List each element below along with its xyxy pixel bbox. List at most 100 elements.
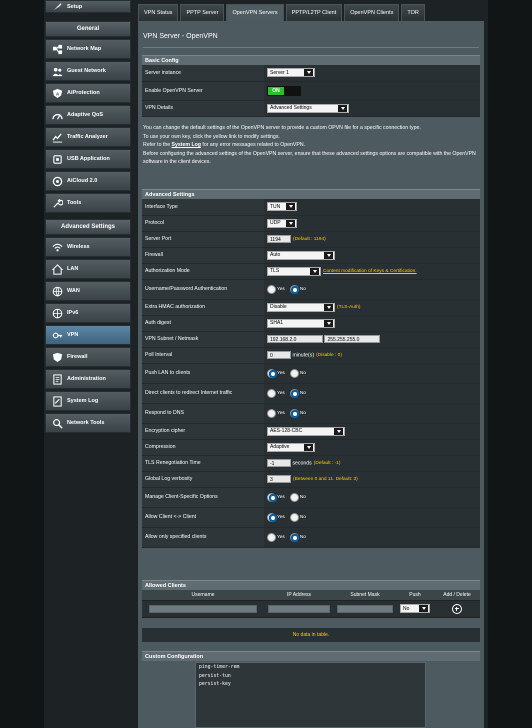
col-username: Username [142, 590, 264, 601]
server-port-input[interactable]: 1194 [267, 235, 291, 243]
sidebar-item-aiprotection[interactable]: A AiProtection [45, 83, 131, 103]
keys-certification-link[interactable]: Content modification of Keys & Certifica… [323, 269, 417, 274]
c2c-no-radio[interactable] [289, 512, 299, 522]
poll-interval-label: Poll Interval [142, 347, 264, 364]
username-input[interactable] [149, 604, 257, 613]
specified-no-radio[interactable] [289, 532, 299, 542]
firewall-label: Firewall [142, 247, 264, 264]
sidebar-header-general: General [45, 21, 131, 37]
system-log-icon [52, 395, 63, 407]
subnet-mask-input[interactable] [337, 604, 393, 613]
tls-reneg-input[interactable]: -1 [267, 459, 291, 467]
sidebar-item-usb-application[interactable]: USB Application [45, 149, 131, 169]
table-row: Server instance Server 1 [142, 65, 480, 82]
sidebar-item-setup[interactable]: Setup [45, 0, 131, 13]
dns-yes-radio[interactable] [267, 408, 276, 418]
sidebar-item-firewall[interactable]: Firewall [45, 347, 131, 367]
sidebar-item-adaptive-qos[interactable]: Adaptive QoS [45, 105, 131, 125]
table-row: Encryption cipher AES-128-CBC [142, 423, 480, 440]
hmac-select[interactable]: Disable [267, 302, 335, 312]
vpn-details-select[interactable]: Advanced Settings [267, 103, 349, 113]
table-row: Protocol UDP [142, 215, 480, 232]
userpass-yes-radio[interactable] [267, 284, 276, 294]
table-row: VPN Details Advanced Settings [142, 100, 480, 117]
server-instance-label: Server instance [142, 65, 264, 82]
log-verbosity-input[interactable]: 3 [267, 475, 291, 483]
dns-no-radio[interactable] [289, 408, 299, 418]
table-row: VPN Subnet / Netmask 192.168.2.0 255.255… [142, 331, 480, 348]
c2c-yes-radio[interactable] [267, 512, 276, 522]
sidebar-item-network-tools[interactable]: Network Tools [45, 413, 131, 433]
tab-pptp-server[interactable]: PPTP Server [180, 4, 225, 21]
auth-digest-select[interactable]: SHA1 [267, 318, 335, 328]
tab-pptp-l2tp-client[interactable]: PPTP/L2TP Client [285, 4, 343, 21]
push-lan-no-radio[interactable] [289, 368, 299, 378]
firewall-select[interactable]: Auto [267, 250, 335, 260]
compression-select[interactable]: Adaptive [267, 442, 315, 452]
table-row: Enable OpenVPN Server ON [142, 81, 480, 101]
table-row: Poll Interval 0 minute(s) (Disable : 0) [142, 347, 480, 364]
tab-openvpn-servers[interactable]: OpenVPN Servers [226, 4, 284, 21]
chevron-down-icon [304, 443, 313, 451]
cipher-select[interactable]: AES-128-CBC [267, 426, 345, 436]
client-specific-no-radio[interactable] [289, 492, 299, 502]
enable-openvpn-toggle[interactable]: ON [267, 85, 301, 96]
push-select[interactable]: No [400, 604, 430, 613]
tools-icon [52, 198, 63, 209]
sidebar-item-system-log[interactable]: System Log [45, 391, 131, 411]
table-row: Direct clients to redirect Internet traf… [142, 383, 480, 404]
vpn-netmask-input[interactable]: 255.255.255.0 [324, 335, 381, 343]
network-tools-icon [52, 418, 63, 429]
sidebar-item-network-map[interactable]: Network Map [45, 39, 131, 59]
vpn-subnet-label: VPN Subnet / Netmask [142, 331, 264, 348]
server-instance-select[interactable]: Server 1 [267, 68, 315, 78]
client-specific-label: Manage Client-Specific Options [142, 487, 264, 508]
system-log-link[interactable]: System Log [172, 142, 201, 148]
sidebar-item-ipv6[interactable]: IPv6 [45, 303, 131, 323]
network-map-icon [52, 44, 63, 55]
traffic-icon [52, 132, 63, 143]
specified-yes-radio[interactable] [267, 532, 276, 542]
sidebar-item-traffic-analyzer[interactable]: Traffic Analyzer [45, 127, 131, 147]
sidebar-item-administration[interactable]: Administration [45, 369, 131, 389]
redirect-no-radio[interactable] [289, 388, 299, 398]
sidebar-item-vpn[interactable]: VPN [45, 325, 131, 345]
sidebar-item-label: System Log [67, 398, 99, 404]
sidebar-item-label: Adaptive QoS [67, 112, 104, 118]
redirect-traffic-label: Direct clients to redirect Internet traf… [142, 383, 264, 404]
push-lan-yes-radio[interactable] [267, 368, 276, 378]
sidebar-item-aicloud-2-0[interactable]: AiCloud 2.0 [45, 171, 131, 191]
authorization-mode-select[interactable]: TLS [267, 266, 321, 276]
table-row: Extra HMAC authorization Disable (TLS-Aut… [142, 299, 480, 316]
table-row: Auth digest SHA1 [142, 315, 480, 332]
sidebar-item-guest-network[interactable]: Guest Network [45, 61, 131, 81]
poll-interval-input[interactable]: 0 [267, 351, 291, 359]
add-client-icon[interactable] [452, 603, 462, 614]
tls-reneg-label: TLS Renegotiation Time [142, 455, 264, 472]
sidebar-item-tools[interactable]: Tools [45, 193, 131, 213]
redirect-yes-radio[interactable] [267, 388, 276, 398]
tab-openvpn-clients[interactable]: OpenVPN Clients [344, 4, 400, 21]
basic-config-header: Basic Config [142, 55, 480, 65]
custom-config-textarea[interactable]: ping-timer-rem persist-tun persist-key [195, 662, 426, 728]
protocol-select[interactable]: UDP [267, 218, 297, 228]
sidebar-item-lan[interactable]: LAN [45, 259, 131, 279]
vpn-subnet-input[interactable]: 192.168.2.0 [267, 335, 323, 343]
chevron-down-icon [310, 267, 319, 275]
sidebar-item-wireless[interactable]: Wireless [45, 237, 131, 257]
sidebar-item-label: IPv6 [67, 310, 79, 316]
wireless-icon [52, 242, 63, 253]
sidebar-item-wan[interactable]: WAN [45, 281, 131, 301]
protocol-label: Protocol [142, 215, 264, 232]
userpass-no-radio[interactable] [289, 284, 299, 294]
firewall-icon [52, 352, 63, 363]
ip-address-input[interactable] [268, 604, 330, 613]
page-title: VPN Server - OpenVPN [143, 33, 218, 40]
tab-tor[interactable]: TOR [401, 4, 425, 21]
sidebar-item-label: WAN [67, 288, 80, 294]
sidebar-item-label: LAN [67, 266, 79, 272]
sidebar-item-label: Wireless [67, 244, 90, 250]
interface-type-select[interactable]: TUN [267, 202, 297, 212]
tab-vpn-status[interactable]: VPN Status [138, 4, 179, 21]
client-specific-yes-radio[interactable] [267, 492, 276, 502]
